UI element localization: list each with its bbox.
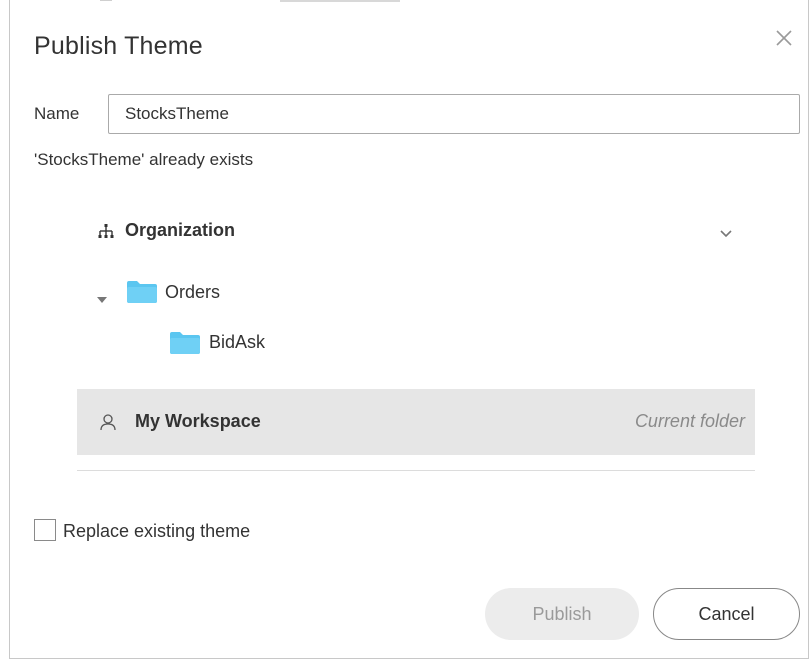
cancel-button[interactable]: Cancel [653, 588, 800, 640]
folder-icon [169, 331, 201, 355]
folder-label: Orders [165, 282, 221, 302]
folder-label: BidAsk [209, 332, 266, 352]
validation-message: 'StocksTheme' already exists [34, 150, 254, 169]
user-icon [99, 413, 117, 431]
current-folder-badge: Current folder [634, 411, 745, 431]
background-edge [10, 0, 810, 8]
caret-down-icon[interactable] [97, 290, 107, 303]
replace-existing-label: Replace existing theme [63, 521, 251, 541]
divider [77, 470, 755, 471]
theme-name-input[interactable] [108, 94, 800, 134]
tree-item-bidask[interactable]: BidAsk [77, 324, 755, 364]
name-label: Name [34, 104, 80, 123]
tree-item-orders[interactable]: Orders [77, 272, 755, 312]
chevron-down-icon[interactable] [719, 226, 733, 238]
close-icon[interactable] [772, 26, 796, 50]
replace-existing-checkbox[interactable] [34, 519, 56, 541]
tree-item-organization[interactable]: Organization [77, 200, 755, 260]
workspace-label: My Workspace [135, 411, 261, 431]
tree-item-my-workspace[interactable]: My Workspace Current folder [77, 389, 755, 455]
org-chart-icon [98, 223, 114, 239]
organization-label: Organization [125, 220, 236, 240]
dialog-title: Publish Theme [34, 32, 203, 60]
publish-theme-dialog: Publish Theme Name 'StocksTheme' already… [9, 0, 809, 659]
folder-icon [126, 280, 158, 304]
publish-button[interactable]: Publish [485, 588, 639, 640]
